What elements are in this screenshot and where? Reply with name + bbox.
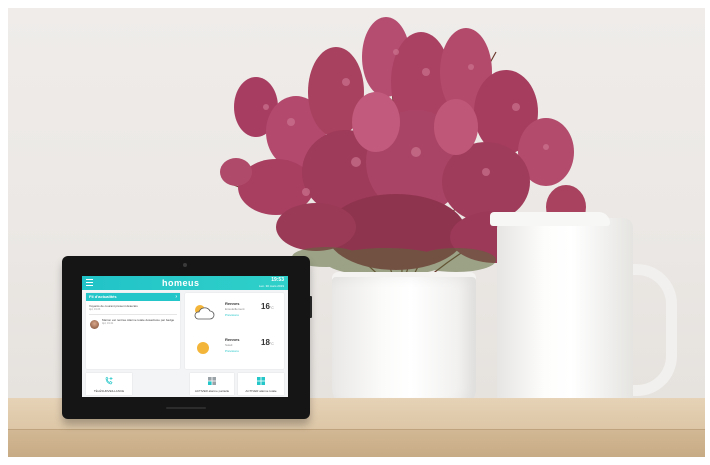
app-topbar: homeus 19:53 Lun. 30 mars 2019: [82, 276, 288, 290]
tile-label: TÉLÉSURVEILLANCE: [93, 388, 125, 393]
weather-row: Rennes Ensoleillement Prévisions 16°C: [185, 295, 284, 329]
weather-temperature: 18°C: [261, 338, 274, 347]
news-title: Fil d'actualités: [89, 294, 117, 299]
partly-cloudy-icon: [194, 305, 215, 320]
weather-city: Rennes: [225, 337, 240, 342]
weather-condition: Soleil: [225, 343, 233, 347]
date-label: Lun. 30 mars 2019: [258, 284, 284, 288]
telesurveillance-tile[interactable]: TÉLÉSURVEILLANCE: [86, 373, 132, 395]
news-item-text: Voyants de courant présent détectés: [89, 304, 138, 308]
wall-tablet: homeus 19:53 Lun. 30 mars 2019 Fil d'act…: [62, 256, 310, 419]
weather-temperature: 16°C: [261, 302, 274, 311]
pitcher-spout: [490, 212, 610, 226]
partial-alarm-icon: [208, 377, 216, 385]
partial-alarm-tile[interactable]: ACTIVER alarme partielle: [190, 373, 234, 395]
sun-icon: [197, 342, 209, 354]
tile-label: ACTIVER alarme totale: [245, 388, 277, 393]
weather-condition: Ensoleillement: [225, 307, 245, 311]
camera-dot: [183, 263, 187, 267]
news-item-time: Ajd, 19:41: [102, 322, 114, 325]
tablet-bezel-line: [166, 407, 206, 409]
phone-plus-icon: [105, 376, 113, 385]
clock: 19:53: [271, 277, 284, 283]
tile-label: ACTIVER alarme partielle: [194, 388, 230, 393]
white-flower-pot: [332, 277, 476, 407]
news-item-time: Ajd, 19:23: [89, 308, 101, 311]
weather-row: Rennes Soleil Prévisions 18°C: [185, 331, 284, 365]
white-pitcher: [497, 218, 633, 424]
hamburger-menu-icon[interactable]: [86, 279, 93, 287]
weather-forecast-link[interactable]: Prévisions: [225, 313, 239, 317]
news-feed-card[interactable]: Fil d'actualités › Voyants de courant pr…: [86, 293, 180, 369]
total-alarm-tile[interactable]: ACTIVER alarme totale: [238, 373, 284, 395]
avatar: [90, 320, 99, 329]
weather-city: Rennes: [225, 301, 240, 306]
photo-scene: homeus 19:53 Lun. 30 mars 2019 Fil d'act…: [0, 0, 710, 465]
news-header[interactable]: Fil d'actualités ›: [86, 293, 180, 301]
total-alarm-icon: [257, 377, 265, 385]
weather-card[interactable]: Rennes Ensoleillement Prévisions 16°C Re…: [185, 293, 284, 369]
app-logo: homeus: [162, 278, 200, 288]
tablet-screen: homeus 19:53 Lun. 30 mars 2019 Fil d'act…: [82, 276, 288, 397]
news-item[interactable]: Marion est rentrée Alarme totale désacti…: [86, 315, 180, 329]
chevron-right-icon: ›: [175, 294, 177, 300]
wooden-shelf-front: [8, 430, 705, 457]
weather-forecast-link[interactable]: Prévisions: [225, 349, 239, 353]
